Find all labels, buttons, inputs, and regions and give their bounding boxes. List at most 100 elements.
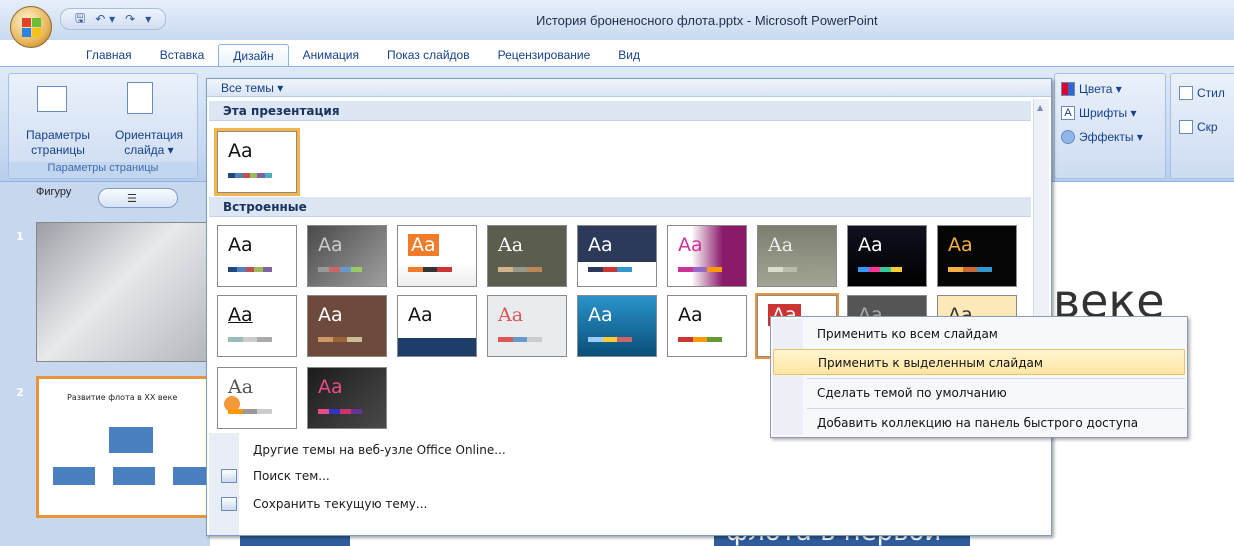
- theme-median[interactable]: Aa: [937, 225, 1017, 287]
- slide-thumbnail-2[interactable]: Развитие флота в XX веке: [36, 376, 214, 518]
- fonts-label: Шрифты ▾: [1079, 106, 1137, 120]
- themes-gallery-dropdown: Все темы ▾ Эта презентация Aa Встроенные…: [206, 78, 1052, 536]
- save-current-theme[interactable]: Сохранить текущую тему...: [209, 491, 1049, 517]
- tab-review[interactable]: Рецензирование: [484, 44, 605, 66]
- browse-themes-icon: [221, 469, 237, 483]
- theme-color-swatch: [228, 337, 273, 342]
- diagram-box: [173, 467, 209, 485]
- tab-animation[interactable]: Анимация: [289, 44, 373, 66]
- group-label: Параметры страницы: [9, 162, 197, 178]
- theme-module[interactable]: Aa: [307, 295, 387, 357]
- theme-verve[interactable]: Aa: [307, 367, 387, 429]
- orientation-button[interactable]: Ориентация слайда ▾: [103, 128, 195, 158]
- theme-urban[interactable]: Aa: [217, 367, 297, 429]
- theme-paper[interactable]: Aa: [667, 295, 747, 357]
- theme-metro[interactable]: Aa: [217, 295, 297, 357]
- orientation-icon[interactable]: [127, 82, 153, 114]
- menu-separator: [807, 378, 1185, 379]
- colors-button[interactable]: Цвета ▾: [1061, 82, 1122, 96]
- theme-sample-text: Aa: [678, 304, 703, 326]
- more-themes-label: Другие темы на веб-узле Office Online...: [253, 443, 506, 457]
- all-themes-header[interactable]: Все темы ▾: [207, 79, 1051, 97]
- quick-access-toolbar: 🖫 ↶ ▾ ↷ ▾: [60, 8, 167, 30]
- theme-apex[interactable]: Aa: [307, 225, 387, 287]
- theme-color-swatch: [318, 409, 362, 414]
- background-styles-button[interactable]: Стил: [1179, 86, 1225, 100]
- theme-sample-text: Aa: [228, 234, 253, 256]
- ribbon-tabs: Главная Вставка Дизайн Анимация Показ сл…: [60, 44, 654, 66]
- office-button[interactable]: [10, 6, 52, 48]
- more-themes-online[interactable]: Другие темы на веб-узле Office Online...: [209, 437, 1049, 463]
- effects-label: Эффекты ▾: [1079, 130, 1143, 144]
- theme-color-swatch: [318, 267, 362, 272]
- panel-tab[interactable]: Фигуру: [30, 186, 71, 198]
- window-title: История броненосного флота.pptx - Micros…: [536, 13, 878, 28]
- theme-sample-text: Aa: [588, 234, 613, 256]
- customize-icon[interactable]: ▾: [145, 12, 151, 26]
- effects-icon: [1061, 130, 1075, 144]
- theme-origin[interactable]: Aa: [577, 295, 657, 357]
- checkbox-icon: [1179, 120, 1193, 134]
- section-this-presentation: Эта презентация: [209, 101, 1031, 121]
- diagram-box: [113, 467, 155, 485]
- tab-home[interactable]: Главная: [72, 44, 146, 66]
- search-themes[interactable]: Поиск тем...: [209, 463, 1049, 489]
- theme-color-swatch: [498, 337, 543, 342]
- tab-slideshow[interactable]: Показ слайдов: [373, 44, 484, 66]
- menu-add-to-qat[interactable]: Добавить коллекцию на панель быстрого до…: [773, 410, 1185, 436]
- theme-sample-text: Aa: [318, 234, 343, 256]
- scroll-up-icon[interactable]: ▲: [1037, 103, 1043, 112]
- page-setup-icon[interactable]: [37, 86, 67, 112]
- styles-label: Стил: [1197, 86, 1225, 100]
- theme-sample-text: Aa: [498, 234, 524, 256]
- theme-sample-text: Aa: [408, 304, 433, 326]
- tab-design[interactable]: Дизайн: [218, 44, 289, 66]
- slide-thumbnail-1[interactable]: [36, 222, 214, 362]
- theme-opulent[interactable]: Aa: [397, 295, 477, 357]
- slide-number: 1: [16, 230, 24, 243]
- theme-color-swatch: [228, 409, 273, 414]
- theme-sample-text: Aa: [588, 304, 613, 326]
- hide-background-checkbox[interactable]: Скр: [1179, 120, 1218, 134]
- redo-icon[interactable]: ↷: [125, 12, 135, 26]
- menu-set-default[interactable]: Сделать темой по умолчанию: [773, 380, 1185, 406]
- theme-office[interactable]: Aa: [217, 225, 297, 287]
- theme-color-swatch: [768, 267, 813, 272]
- background-group: Стил Скр: [1170, 73, 1234, 179]
- effects-button[interactable]: Эффекты ▾: [1061, 130, 1143, 144]
- menu-apply-selected[interactable]: Применить к выделенным слайдам: [773, 349, 1185, 375]
- theme-flow[interactable]: Aa: [757, 225, 837, 287]
- undo-icon[interactable]: ↶ ▾: [95, 12, 115, 26]
- theme-color-swatch: [228, 267, 272, 272]
- page-setup-button[interactable]: Параметры страницы: [13, 128, 103, 158]
- save-theme-label: Сохранить текущую тему...: [253, 497, 428, 511]
- theme-concourse[interactable]: Aa: [577, 225, 657, 287]
- theme-aspect[interactable]: Aa: [397, 225, 477, 287]
- theme-sample-text: Aa: [948, 234, 973, 256]
- fonts-button[interactable]: A Шрифты ▾: [1061, 106, 1136, 120]
- theme-equity[interactable]: Aa: [667, 225, 747, 287]
- slide-number: 2: [16, 386, 24, 399]
- theme-sample-text: Aa: [408, 234, 439, 256]
- tab-insert[interactable]: Вставка: [146, 44, 219, 66]
- tab-view[interactable]: Вид: [604, 44, 654, 66]
- title-bar: 🖫 ↶ ▾ ↷ ▾ История броненосного флота.ppt…: [0, 0, 1234, 40]
- menu-apply-all[interactable]: Применить ко всем слайдам: [773, 321, 1185, 347]
- theme-options-group: Цвета ▾ A Шрифты ▾ Эффекты ▾: [1054, 73, 1166, 179]
- save-icon[interactable]: 🖫: [75, 9, 85, 30]
- theme-color-swatch: [678, 267, 723, 272]
- theme-current[interactable]: Aa: [214, 128, 300, 196]
- theme-color-swatch: [498, 267, 543, 272]
- theme-context-menu: Применить ко всем слайдам Применить к вы…: [770, 316, 1188, 438]
- theme-civic[interactable]: Aa: [487, 225, 567, 287]
- theme-foundry[interactable]: Aa: [847, 225, 927, 287]
- theme-color-swatch: [588, 337, 633, 342]
- theme-sample-text: Aa: [678, 234, 703, 256]
- theme-sample-text: Aa: [498, 304, 524, 326]
- theme-sample-text: Aa: [228, 376, 254, 398]
- outline-tab-button[interactable]: ☰: [98, 188, 178, 208]
- save-theme-icon: [221, 497, 237, 511]
- theme-oriel[interactable]: Aa: [487, 295, 567, 357]
- fonts-icon: A: [1061, 106, 1075, 120]
- colors-label: Цвета ▾: [1079, 82, 1122, 96]
